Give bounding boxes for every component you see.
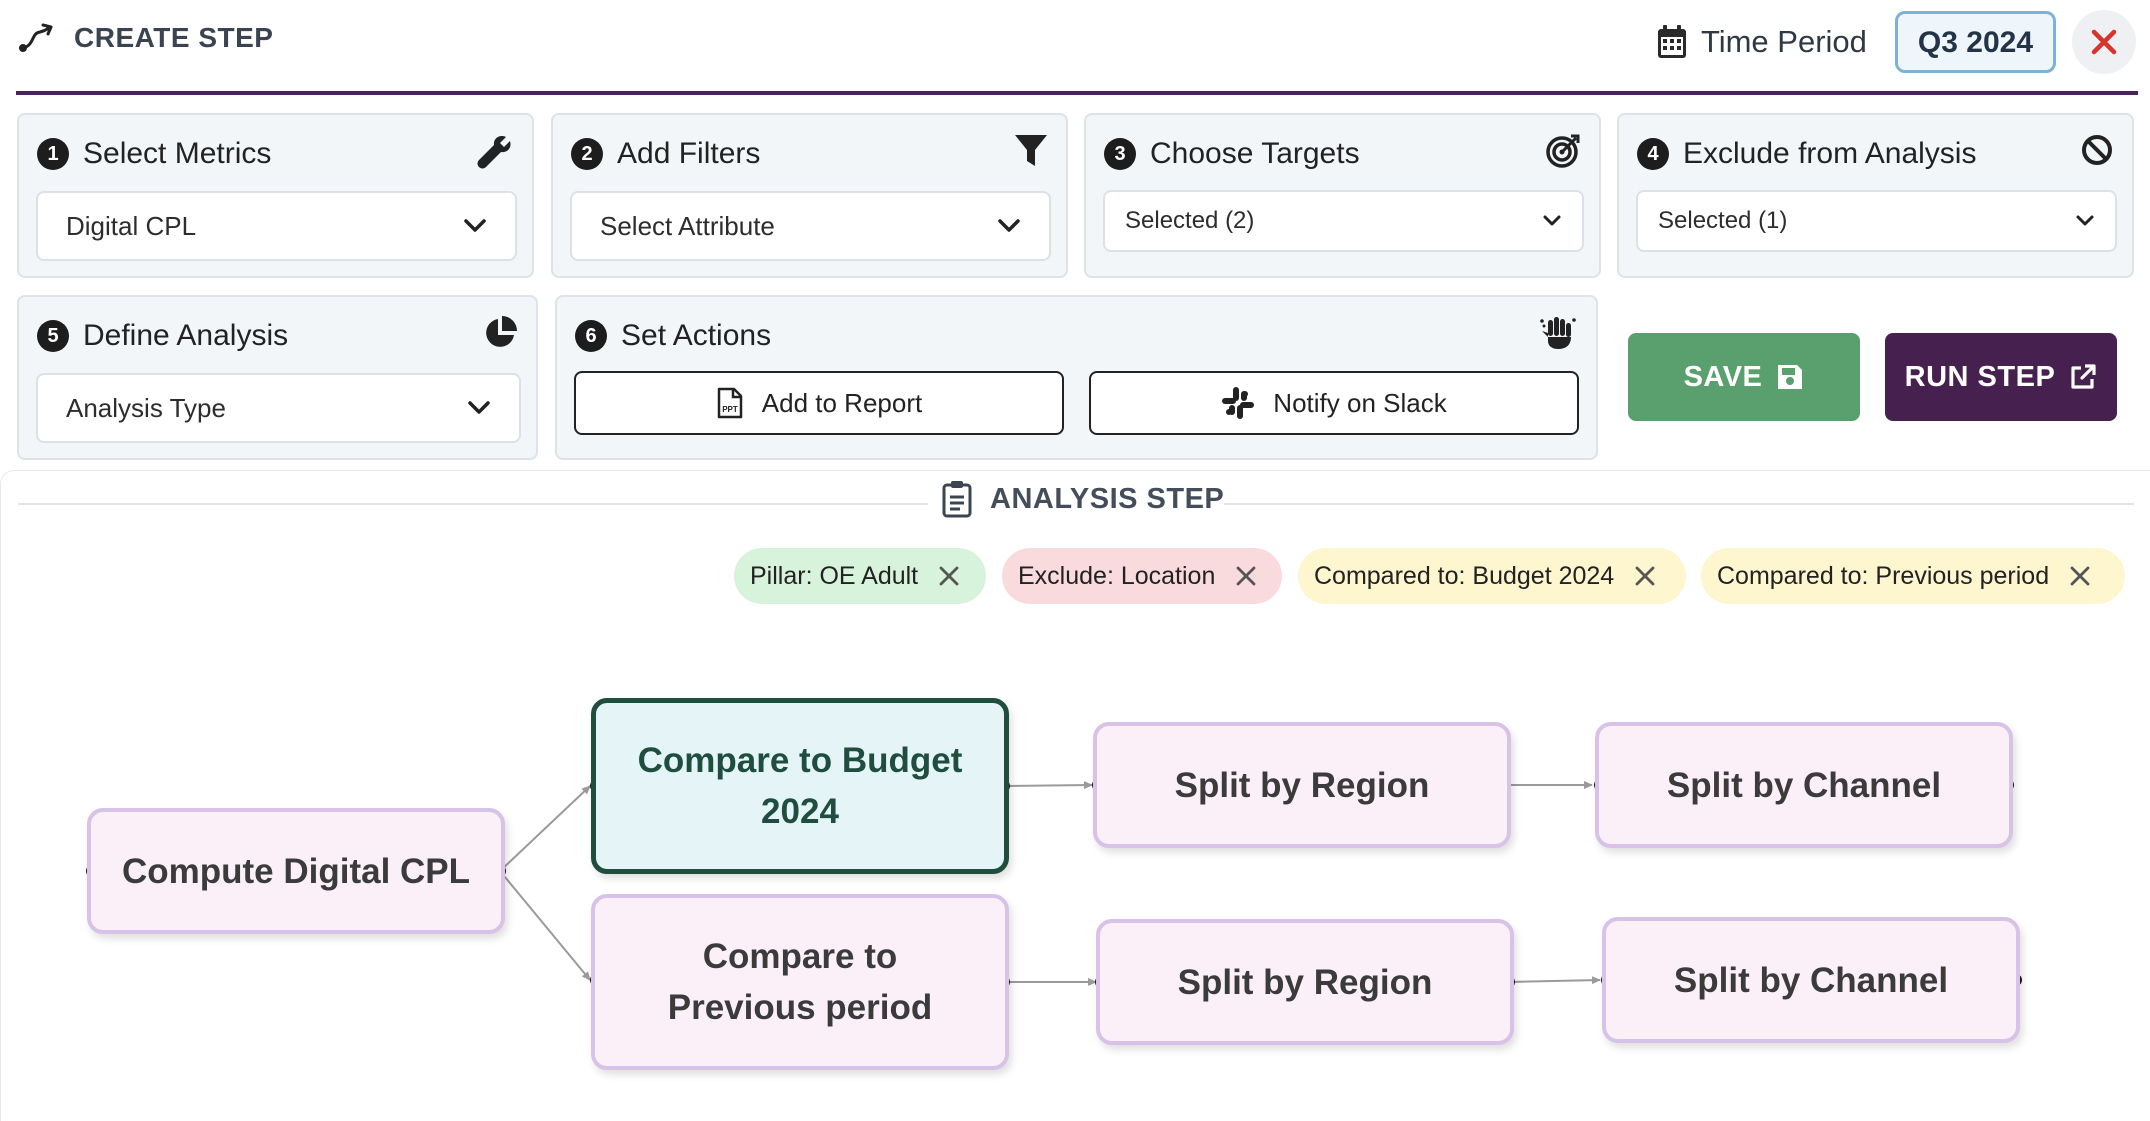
flow-node-region-bottom[interactable]: Split by Region xyxy=(1096,919,1514,1045)
node-label: Split by Channel xyxy=(1673,960,1949,1000)
flow-node-compare-previous[interactable]: Compare to Previous period xyxy=(591,894,1009,1070)
node-label: Split by Region xyxy=(1174,765,1430,805)
node-label: Compute Digital CPL xyxy=(121,851,471,891)
flow-node-compute[interactable]: Compute Digital CPL xyxy=(87,808,505,934)
node-label-line: 2024 xyxy=(761,792,839,831)
flow-node-compare-budget[interactable]: Compare to Budget 2024 xyxy=(591,698,1009,874)
node-label: Compare to Previous period xyxy=(668,931,933,1033)
flow-node-channel-bottom[interactable]: Split by Channel xyxy=(1602,917,2020,1043)
node-label-line: Compare to xyxy=(702,937,898,976)
flow-node-channel-top[interactable]: Split by Channel xyxy=(1595,722,2013,848)
node-label: Split by Channel xyxy=(1666,765,1942,805)
node-label-line: Compare to Budget xyxy=(637,741,963,780)
node-label-line: Previous period xyxy=(667,988,933,1027)
node-label: Compare to Budget 2024 xyxy=(638,735,963,837)
flow-node-region-top[interactable]: Split by Region xyxy=(1093,722,1511,848)
node-label: Split by Region xyxy=(1177,962,1433,1002)
